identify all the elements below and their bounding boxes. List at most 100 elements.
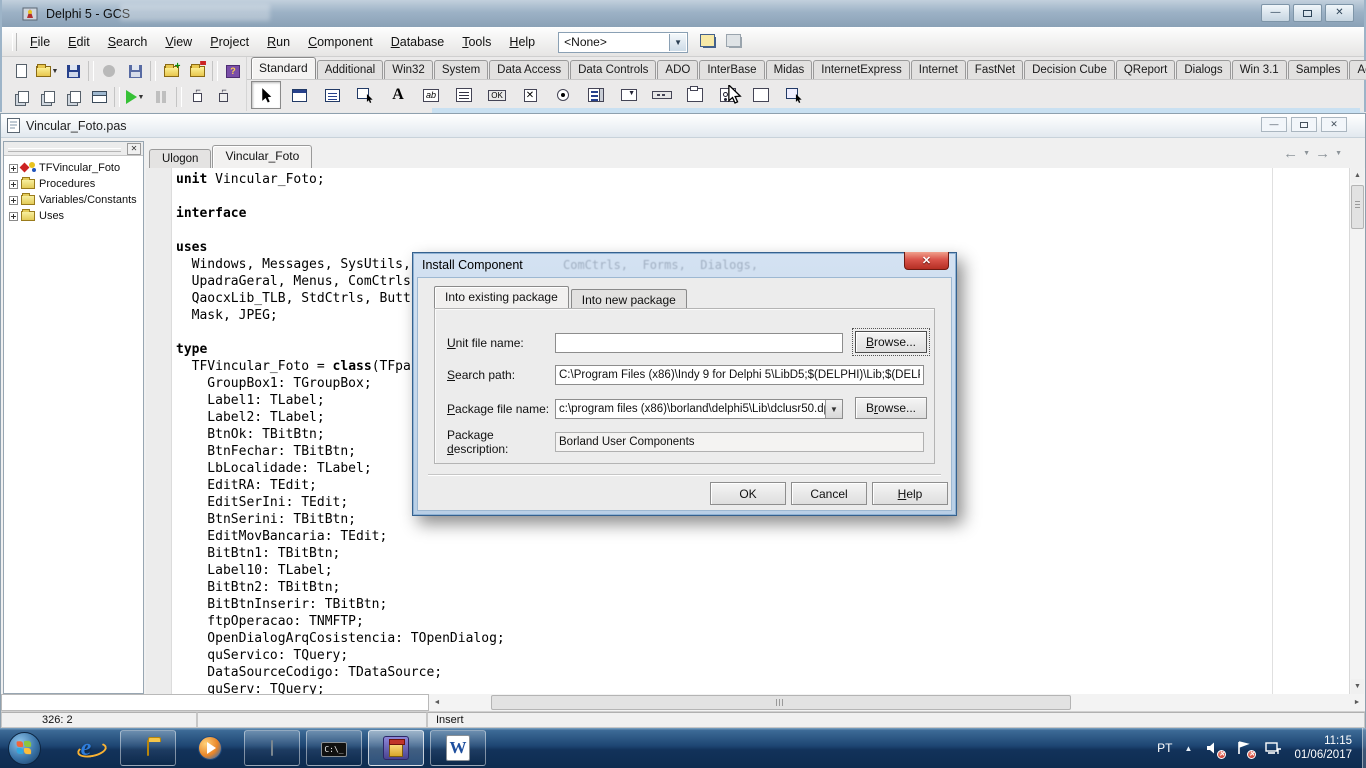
menu-tools[interactable]: Tools — [453, 31, 500, 53]
palette-tab-win32[interactable]: Win32 — [384, 60, 433, 79]
taskbar-internet-explorer[interactable]: e — [58, 730, 114, 766]
menu-database[interactable]: Database — [382, 31, 454, 53]
volume-muted-icon[interactable]: ✕ — [1204, 740, 1222, 756]
chevron-down-icon[interactable]: ▼ — [1335, 150, 1342, 157]
palette-tab-additional[interactable]: Additional — [317, 60, 384, 79]
set-debug-desktop-button[interactable] — [724, 32, 746, 52]
frames-icon[interactable] — [284, 81, 314, 109]
taskbar-command-prompt[interactable]: C:\_ — [306, 730, 362, 766]
close-icon[interactable]: ✕ — [904, 252, 949, 270]
list-box-icon[interactable] — [581, 81, 611, 109]
view-form-button[interactable] — [86, 85, 112, 109]
checkbox-icon[interactable]: ✕ — [515, 81, 545, 109]
editor-close-button[interactable]: ✕ — [1321, 117, 1347, 132]
pointer-icon[interactable] — [251, 81, 281, 109]
tree-item-variables-constants[interactable]: Variables/Constants — [6, 192, 141, 208]
taskbar-delphi[interactable] — [368, 730, 424, 766]
radio-group-icon[interactable] — [713, 81, 743, 109]
start-button[interactable] — [0, 729, 48, 767]
scrollbar-thumb[interactable] — [491, 695, 1071, 710]
palette-tab-internetexpress[interactable]: InternetExpress — [813, 60, 910, 79]
select-unit-button[interactable] — [8, 85, 34, 109]
scroll-right-icon[interactable]: ► — [1349, 695, 1365, 710]
menu-file[interactable]: File — [21, 31, 59, 53]
ok-button[interactable]: OK — [710, 482, 786, 505]
unit-file-input[interactable] — [555, 333, 843, 353]
taskbar-media-player[interactable] — [182, 730, 238, 766]
taskbar-notepad[interactable] — [244, 730, 300, 766]
navigate-forward-icon[interactable]: → — [1315, 146, 1330, 161]
button-icon[interactable]: OK — [482, 81, 512, 109]
palette-tab-data-controls[interactable]: Data Controls — [570, 60, 656, 79]
open-button[interactable]: ▼ — [34, 59, 60, 83]
tree-item-uses[interactable]: Uses — [6, 208, 141, 224]
palette-tab-fastnet[interactable]: FastNet — [967, 60, 1023, 79]
vertical-scrollbar[interactable]: ▲ ▼ — [1349, 168, 1365, 694]
menu-view[interactable]: View — [156, 31, 201, 53]
action-center-flag-icon[interactable]: ✕ — [1234, 740, 1252, 756]
radio-button-icon[interactable] — [548, 81, 578, 109]
tree-item-procedures[interactable]: Procedures — [6, 176, 141, 192]
palette-tab-ado[interactable]: ADO — [657, 60, 698, 79]
navigate-back-icon[interactable]: ← — [1283, 146, 1298, 161]
close-button[interactable]: ✕ — [1325, 4, 1354, 22]
edit-icon[interactable]: ab — [416, 81, 446, 109]
save-button[interactable] — [60, 59, 86, 83]
add-to-project-button[interactable] — [184, 59, 210, 83]
palette-tab-internet[interactable]: Internet — [911, 60, 966, 79]
chevron-down-icon[interactable]: ▼ — [669, 34, 686, 51]
save-desktop-button[interactable] — [698, 32, 720, 52]
editor-tab-vincular_foto[interactable]: Vincular_Foto — [212, 145, 312, 168]
menu-run[interactable]: Run — [258, 31, 299, 53]
dialog-titlebar[interactable]: Install Component ComCtrls, Forms, Dialo… — [413, 253, 956, 277]
palette-tab-decision-cube[interactable]: Decision Cube — [1024, 60, 1115, 79]
show-desktop-button[interactable] — [1362, 728, 1366, 768]
chevron-down-icon[interactable]: ▼ — [1303, 150, 1310, 157]
expand-icon[interactable] — [9, 212, 18, 221]
palette-tab-system[interactable]: System — [434, 60, 488, 79]
editor-minimize-button[interactable]: — — [1261, 117, 1287, 132]
show-hidden-icons-button[interactable]: ▲ — [1185, 744, 1193, 753]
menu-project[interactable]: Project — [201, 31, 258, 53]
pause-button[interactable] — [148, 85, 174, 109]
scroll-left-icon[interactable]: ◄ — [429, 695, 445, 710]
dialog-tab-into-new-package[interactable]: Into new package — [571, 289, 687, 308]
palette-tab-midas[interactable]: Midas — [766, 60, 813, 79]
unit-file-browse-button[interactable]: Browse... — [855, 331, 927, 353]
save-all-button[interactable] — [96, 59, 122, 83]
tree-item-tfvincular-foto[interactable]: TFVincular_Foto — [6, 160, 141, 176]
palette-tab-qreport[interactable]: QReport — [1116, 60, 1175, 79]
popup-menu-icon[interactable] — [350, 81, 380, 109]
palette-tab-data-access[interactable]: Data Access — [489, 60, 569, 79]
expand-icon[interactable] — [9, 196, 18, 205]
scroll-up-icon[interactable]: ▲ — [1351, 168, 1364, 183]
open-project-button[interactable]: + — [158, 59, 184, 83]
editor-restore-button[interactable] — [1291, 117, 1317, 132]
package-file-browse-button[interactable]: Browse... — [855, 397, 927, 419]
editor-tab-ulogon[interactable]: Ulogon — [149, 149, 211, 168]
new-items-button[interactable] — [8, 59, 34, 83]
cancel-button[interactable]: Cancel — [791, 482, 867, 505]
scrollbar-thumb[interactable] — [1351, 185, 1364, 229]
menu-component[interactable]: Component — [299, 31, 382, 53]
scroll-down-icon[interactable]: ▼ — [1351, 679, 1364, 694]
desktop-settings-combobox[interactable]: <None> ▼ — [558, 32, 688, 53]
group-box-icon[interactable] — [680, 81, 710, 109]
horizontal-scrollbar[interactable]: ◄ ► — [429, 694, 1365, 711]
menu-help[interactable]: Help — [500, 31, 544, 53]
help-contents-button[interactable]: ? — [220, 59, 246, 83]
chevron-down-icon[interactable]: ▼ — [825, 400, 842, 418]
language-indicator[interactable]: PT — [1157, 741, 1172, 755]
search-path-input[interactable] — [555, 365, 924, 385]
palette-tab-win-3-1[interactable]: Win 3.1 — [1232, 60, 1287, 79]
panel-icon[interactable] — [746, 81, 776, 109]
expand-icon[interactable] — [9, 180, 18, 189]
dialog-tab-into-existing-package[interactable]: Into existing package — [434, 286, 569, 308]
expand-icon[interactable] — [9, 164, 18, 173]
save-as-button[interactable] — [122, 59, 148, 83]
menu-search[interactable]: Search — [99, 31, 157, 53]
taskbar-windows-explorer[interactable] — [120, 730, 176, 766]
taskbar-word[interactable]: W — [430, 730, 486, 766]
network-icon[interactable] — [1264, 740, 1282, 756]
explorer-header[interactable]: ✕ — [4, 142, 143, 156]
